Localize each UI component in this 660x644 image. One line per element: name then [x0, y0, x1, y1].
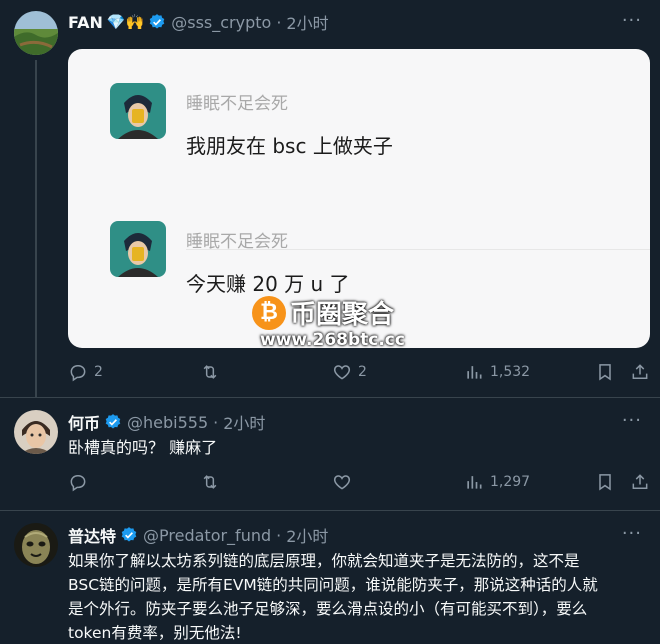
tweet-text: 如果你了解以太坊系列链的底层原理，你就会知道夹子是无法防的，这不是 BSC链的问… — [68, 549, 648, 644]
avatar[interactable] — [14, 523, 58, 567]
share-button[interactable] — [630, 472, 650, 492]
retweet-button[interactable] — [200, 472, 220, 492]
reply-icon — [70, 475, 86, 492]
like-button[interactable] — [332, 472, 352, 492]
bookmark-button[interactable] — [595, 362, 615, 382]
views-chart-icon — [467, 366, 482, 379]
retweet-icon — [203, 475, 217, 489]
watermark-url: www.268btc.cc — [260, 330, 405, 350]
tweet-hebi: 何币 @hebi555 · 2小时 ··· 卧槽真的吗？ 赚麻了 1,297 — [0, 398, 660, 510]
tweet-text-line: BSC链的问题，是所有EVM链的共同问题，谁说能防夹子，那说这种话的人就 — [68, 576, 598, 594]
separator-dot: · — [276, 525, 282, 545]
bookmark-icon — [599, 364, 611, 381]
display-name[interactable]: 何币 — [68, 410, 100, 434]
avatar[interactable] — [14, 410, 58, 454]
timestamp[interactable]: 2小时 — [223, 410, 265, 434]
views-button[interactable]: 1,532 — [464, 362, 530, 382]
tweet-text-line: 如果你了解以太坊系列链的底层原理，你就会知道夹子是无法防的，这不是 — [68, 552, 580, 570]
more-options-icon[interactable]: ··· — [622, 410, 642, 431]
tweet-text-line: token有费率，别无他法! — [68, 624, 242, 642]
watermark-title: 币圈聚合 — [290, 300, 395, 330]
more-options-icon[interactable]: ··· — [622, 10, 642, 31]
reply-button[interactable] — [68, 472, 88, 492]
heart-icon — [333, 475, 351, 490]
chat-message-2: 今天赚 20 万 u 了 — [186, 272, 350, 296]
display-name[interactable]: FAN — [68, 13, 103, 32]
heart-icon — [333, 365, 351, 380]
reply-count: 2 — [94, 364, 103, 380]
more-options-icon[interactable]: ··· — [622, 523, 642, 544]
handle[interactable]: @Predator_fund — [143, 526, 271, 545]
verified-badge-icon — [105, 414, 121, 429]
share-icon — [632, 364, 648, 379]
verified-badge-icon — [149, 14, 165, 29]
like-count: 2 — [358, 364, 367, 380]
handle[interactable]: @sss_crypto — [171, 13, 271, 32]
like-button[interactable]: 2 — [332, 362, 367, 382]
tweet-header: 普达特 @Predator_fund · 2小时 — [68, 523, 328, 547]
tweet-actions: 1,297 — [68, 472, 648, 496]
display-name[interactable]: 普达特 — [68, 523, 116, 547]
handle[interactable]: @hebi555 — [127, 413, 208, 432]
watermark-logo: ₿ 币圈聚合 www.268btc.cc — [252, 296, 412, 350]
tweet-header: FAN 💎🙌 @sss_crypto · 2小时 — [68, 10, 329, 34]
share-icon — [632, 474, 648, 489]
verified-badge-icon — [121, 527, 137, 542]
chat-sender-2: 睡眠不足会死 — [186, 232, 288, 252]
tweet-text-line: 是个外行。防夹子要么池子足够深，要么滑点设的小（有可能买不到），要么 — [68, 600, 588, 618]
tweet-header: 何币 @hebi555 · 2小时 — [68, 410, 265, 434]
chat-message-1: 我朋友在 bsc 上做夹子 — [186, 134, 393, 158]
avatar[interactable] — [14, 11, 58, 55]
tweet-text: 卧槽真的吗？ 赚麻了 — [68, 438, 218, 457]
chat-avatar-2 — [110, 221, 166, 277]
separator-dot: · — [213, 412, 219, 432]
thread-line — [35, 60, 37, 398]
tweet-fan: FAN 💎🙌 @sss_crypto · 2小时 ··· 睡眠不足会死 我朋友在… — [0, 0, 660, 398]
chat-avatar-1 — [110, 83, 166, 139]
tweet-actions: 2 2 1,532 — [68, 362, 648, 386]
share-button[interactable] — [630, 362, 650, 382]
reply-icon — [70, 365, 86, 382]
view-count: 1,532 — [490, 364, 531, 380]
reply-button[interactable]: 2 — [68, 362, 103, 382]
bookmark-icon — [599, 474, 611, 491]
views-chart-icon — [467, 476, 482, 489]
separator-dot: · — [276, 12, 282, 32]
name-emojis: 💎🙌 — [106, 13, 145, 31]
view-count: 1,297 — [490, 474, 531, 490]
bitcoin-coin-icon: ₿ — [252, 296, 286, 330]
tweet-predator: 普达特 @Predator_fund · 2小时 ··· 如果你了解以太坊系列链… — [0, 511, 660, 644]
retweet-icon — [203, 365, 217, 379]
timestamp[interactable]: 2小时 — [286, 10, 328, 34]
views-button[interactable]: 1,297 — [464, 472, 530, 492]
bookmark-button[interactable] — [595, 472, 615, 492]
retweet-button[interactable] — [200, 362, 220, 382]
chat-sender-1: 睡眠不足会死 — [186, 94, 288, 114]
timestamp[interactable]: 2小时 — [286, 523, 328, 547]
